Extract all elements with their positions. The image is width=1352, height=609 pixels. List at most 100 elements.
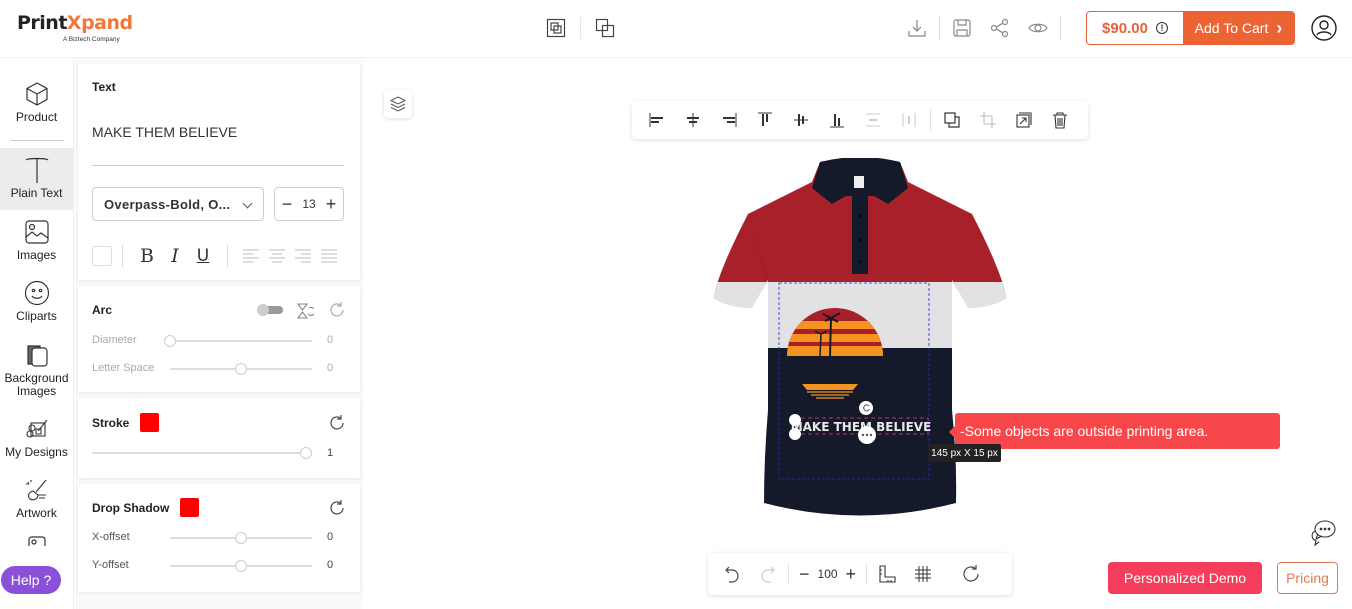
x-offset-slider[interactable] (170, 532, 312, 544)
overlap-icon[interactable] (594, 17, 616, 39)
info-icon[interactable]: ! (1155, 22, 1168, 34)
align-center-icon[interactable] (264, 246, 290, 266)
zoom-value: 100 (817, 567, 838, 581)
align-middle-icon[interactable] (790, 109, 812, 131)
slider-handle[interactable] (235, 532, 247, 544)
add-to-cart-button[interactable]: Add To Cart › (1183, 12, 1294, 44)
font-family-value: Overpass-Bold, O... (104, 196, 231, 212)
decrease-size-button[interactable]: − (280, 194, 294, 215)
slider-handle[interactable] (235, 363, 247, 375)
align-top-icon[interactable] (754, 109, 776, 131)
text-input[interactable]: MAKE THEM BELIEVE (92, 124, 237, 140)
align-right-icon[interactable] (290, 246, 316, 266)
resize-icon[interactable] (1013, 109, 1035, 131)
align-justify-icon[interactable] (316, 246, 342, 266)
delete-icon[interactable] (1049, 109, 1071, 131)
user-icon[interactable] (1311, 15, 1337, 41)
reset-canvas-icon[interactable] (961, 564, 981, 584)
sidebar-item-plain-text[interactable]: Plain Text (0, 148, 73, 210)
align-left-icon[interactable] (646, 109, 668, 131)
distribute-h-icon[interactable] (898, 109, 920, 131)
download-icon[interactable] (905, 14, 929, 42)
price-display[interactable]: $90.00 ! (1087, 12, 1183, 44)
layers-button[interactable] (384, 90, 412, 118)
diameter-slider[interactable] (164, 335, 312, 347)
chevron-right-icon: › (1276, 17, 1283, 38)
preview-icon[interactable] (1026, 14, 1050, 42)
align-left-icon[interactable] (238, 246, 264, 266)
flip-arc-icon[interactable] (296, 302, 314, 320)
sidebar-item-more[interactable] (0, 536, 73, 546)
redo-icon[interactable] (758, 564, 778, 584)
letter-space-slider[interactable] (170, 363, 312, 375)
product-shirt[interactable]: MAKE THEM BELIEVE (712, 158, 1008, 518)
bold-button[interactable]: B (133, 245, 161, 267)
duplicate-icon[interactable] (941, 109, 963, 131)
x-offset-label: X-offset (92, 531, 130, 543)
background-icon (23, 341, 51, 369)
font-size-stepper: − 13 + (274, 187, 344, 221)
shadow-reset-icon[interactable] (328, 499, 346, 517)
divider (788, 563, 789, 585)
slider-handle[interactable] (235, 560, 247, 572)
sidebar-item-cliparts[interactable]: Cliparts (0, 279, 73, 329)
personalized-demo-button[interactable]: Personalized Demo (1108, 562, 1262, 594)
pricing-button[interactable]: Pricing (1277, 562, 1338, 594)
slider-handle[interactable] (300, 447, 312, 459)
slider-handle[interactable] (164, 335, 176, 347)
distribute-v-icon[interactable] (862, 109, 884, 131)
format-toolbar: B I U (92, 244, 342, 268)
resize-handle-top[interactable] (789, 414, 801, 426)
align-bottom-icon[interactable] (826, 109, 848, 131)
text-color-swatch[interactable] (92, 246, 112, 266)
chat-icon[interactable] (1308, 517, 1338, 547)
stroke-reset-icon[interactable] (328, 414, 346, 432)
designs-icon (23, 415, 51, 443)
rotate-handle[interactable] (859, 401, 873, 415)
frame-icon[interactable] (545, 17, 567, 39)
price-value: $90.00 (1102, 19, 1148, 37)
diameter-label: Diameter (92, 334, 137, 346)
underline-button[interactable]: U (189, 246, 217, 266)
divider (930, 109, 931, 131)
arc-reset-icon[interactable] (328, 301, 346, 319)
resize-handle-bottom[interactable] (789, 428, 801, 440)
zoom-out-button[interactable]: − (799, 564, 810, 585)
stroke-color-swatch[interactable] (140, 413, 159, 432)
y-offset-slider[interactable] (170, 560, 312, 572)
ruler-icon[interactable] (877, 564, 897, 584)
sidebar-item-background-images[interactable]: Background Images (0, 341, 73, 401)
sidebar-item-my-designs[interactable]: My Designs (0, 415, 73, 465)
font-size-value[interactable]: 13 (302, 197, 315, 211)
font-family-select[interactable]: Overpass-Bold, O... (92, 187, 264, 221)
nav-divider (10, 140, 64, 141)
shadow-color-swatch[interactable] (180, 498, 199, 517)
undo-icon[interactable] (722, 564, 742, 584)
align-center-h-icon[interactable] (682, 109, 704, 131)
crop-icon[interactable] (977, 109, 999, 131)
stroke-slider[interactable] (92, 447, 312, 459)
print-area-warning: -Some objects are outside printing area. (949, 413, 1280, 449)
align-toolbar (632, 101, 1088, 139)
grid-icon[interactable] (913, 564, 933, 584)
sidebar-item-product[interactable]: Product (0, 80, 73, 130)
italic-button[interactable]: I (161, 245, 189, 267)
zoom-in-button[interactable]: + (846, 564, 857, 585)
save-icon[interactable] (950, 14, 974, 42)
arc-toggle[interactable] (257, 304, 283, 316)
logo-tagline: A Biztech Company (63, 36, 120, 43)
divider (580, 17, 581, 39)
logo[interactable]: PrintXpand A Biztech Company (17, 12, 133, 43)
left-nav: Product Plain Text Images Cliparts Backg… (0, 58, 74, 609)
align-right-icon[interactable] (718, 109, 740, 131)
price-cart-group: $90.00 ! Add To Cart › (1086, 11, 1295, 45)
divider (227, 245, 228, 267)
sidebar-item-label: My Designs (5, 445, 68, 459)
help-button[interactable]: Help ? (1, 566, 61, 594)
sidebar-item-artwork[interactable]: Artwork (0, 476, 73, 526)
sidebar-item-images[interactable]: Images (0, 218, 73, 268)
share-icon[interactable] (988, 14, 1012, 42)
chevron-down-icon (242, 198, 253, 209)
increase-size-button[interactable]: + (324, 194, 338, 215)
smiley-icon (23, 279, 51, 307)
